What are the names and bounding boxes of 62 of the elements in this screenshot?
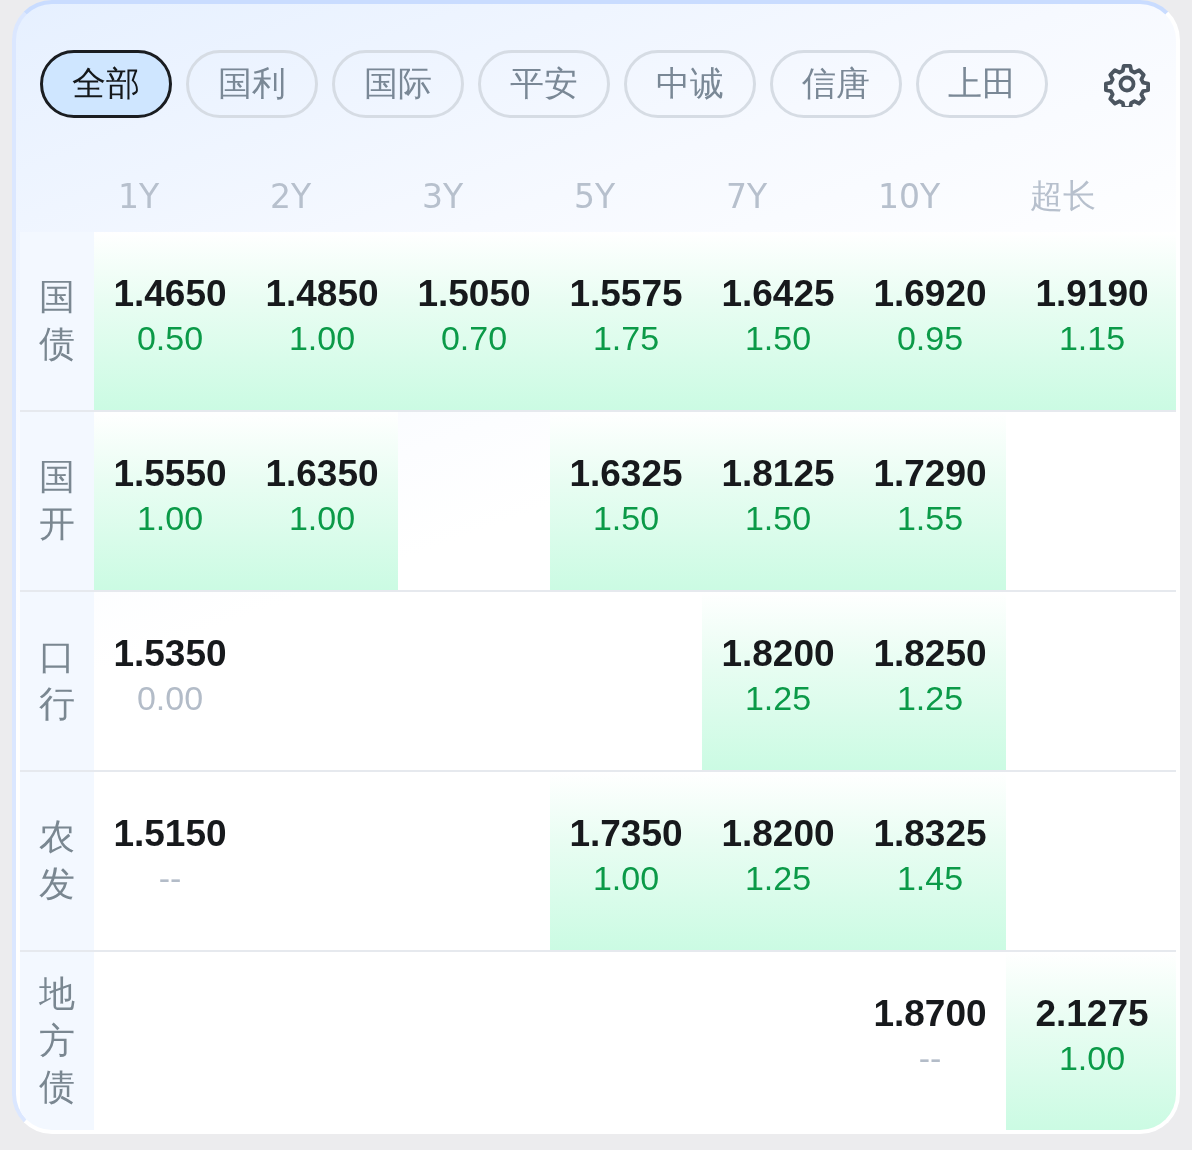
change-value: 1.00 [592, 858, 660, 898]
column-header: 1Y [118, 176, 160, 216]
row-label: 农发 [39, 815, 75, 906]
filter-tab[interactable]: 上田 [916, 50, 1048, 118]
rate-value: 1.5150 [113, 812, 227, 855]
filter-tab[interactable]: 全部 [40, 50, 172, 118]
change-value: 1.55 [896, 498, 964, 538]
rate-value: 1.5050 [417, 272, 531, 315]
change-value: 1.25 [896, 678, 964, 718]
change-value: 1.50 [744, 498, 812, 538]
rate-value: 1.8700 [873, 992, 987, 1035]
rate-value: 1.4650 [113, 272, 227, 315]
filter-tab[interactable]: 国际 [332, 50, 464, 118]
row-label: 国开 [39, 455, 75, 546]
rate-value: 1.7350 [569, 812, 683, 855]
rate-value: 1.5575 [569, 272, 683, 315]
rate-value: 2.1275 [1035, 992, 1149, 1035]
column-header: 3Y [422, 176, 464, 216]
change-value: -- [918, 1038, 942, 1078]
filter-tab[interactable]: 国利 [186, 50, 318, 118]
change-value: 0.70 [440, 318, 508, 358]
change-value: 1.45 [896, 858, 964, 898]
rate-value: 1.8125 [721, 452, 835, 495]
rate-value: 1.8250 [873, 632, 987, 675]
change-value: 0.95 [896, 318, 964, 358]
filter-tab[interactable]: 信唐 [770, 50, 902, 118]
rate-value: 1.8200 [721, 632, 835, 675]
change-value: 0.50 [136, 318, 204, 358]
change-value: 1.50 [592, 498, 660, 538]
rate-value: 1.7290 [873, 452, 987, 495]
rate-value: 1.6350 [265, 452, 379, 495]
change-value: 1.00 [288, 318, 356, 358]
rate-value: 1.4850 [265, 272, 379, 315]
column-header: 10Y [878, 176, 941, 216]
change-value: 1.25 [744, 858, 812, 898]
column-header: 超长 [1030, 174, 1096, 217]
filter-tab[interactable]: 平安 [478, 50, 610, 118]
change-value: 1.00 [1058, 1038, 1126, 1078]
rate-value: 1.6920 [873, 272, 987, 315]
change-value: 1.50 [744, 318, 812, 358]
row-label: 口行 [39, 635, 75, 726]
settings-icon[interactable] [1104, 61, 1150, 107]
change-value: 1.25 [744, 678, 812, 718]
change-value: -- [158, 858, 182, 898]
change-value: 1.00 [136, 498, 204, 538]
rate-value: 1.5350 [113, 632, 227, 675]
column-header: 5Y [574, 176, 616, 216]
rate-value: 1.8200 [721, 812, 835, 855]
rate-value: 1.5550 [113, 452, 227, 495]
rate-value: 1.6425 [721, 272, 835, 315]
change-value: 0.00 [136, 678, 204, 718]
rate-value: 1.9190 [1035, 272, 1149, 315]
row-label: 地方债 [39, 971, 75, 1110]
change-value: 1.75 [592, 318, 660, 358]
rate-value: 1.8325 [873, 812, 987, 855]
rate-value: 1.6325 [569, 452, 683, 495]
change-value: 1.00 [288, 498, 356, 538]
row-label: 国债 [39, 275, 75, 366]
change-value: 1.15 [1058, 318, 1126, 358]
filter-tab[interactable]: 中诚 [624, 50, 756, 118]
column-header: 2Y [270, 176, 312, 216]
column-header: 7Y [726, 176, 768, 216]
